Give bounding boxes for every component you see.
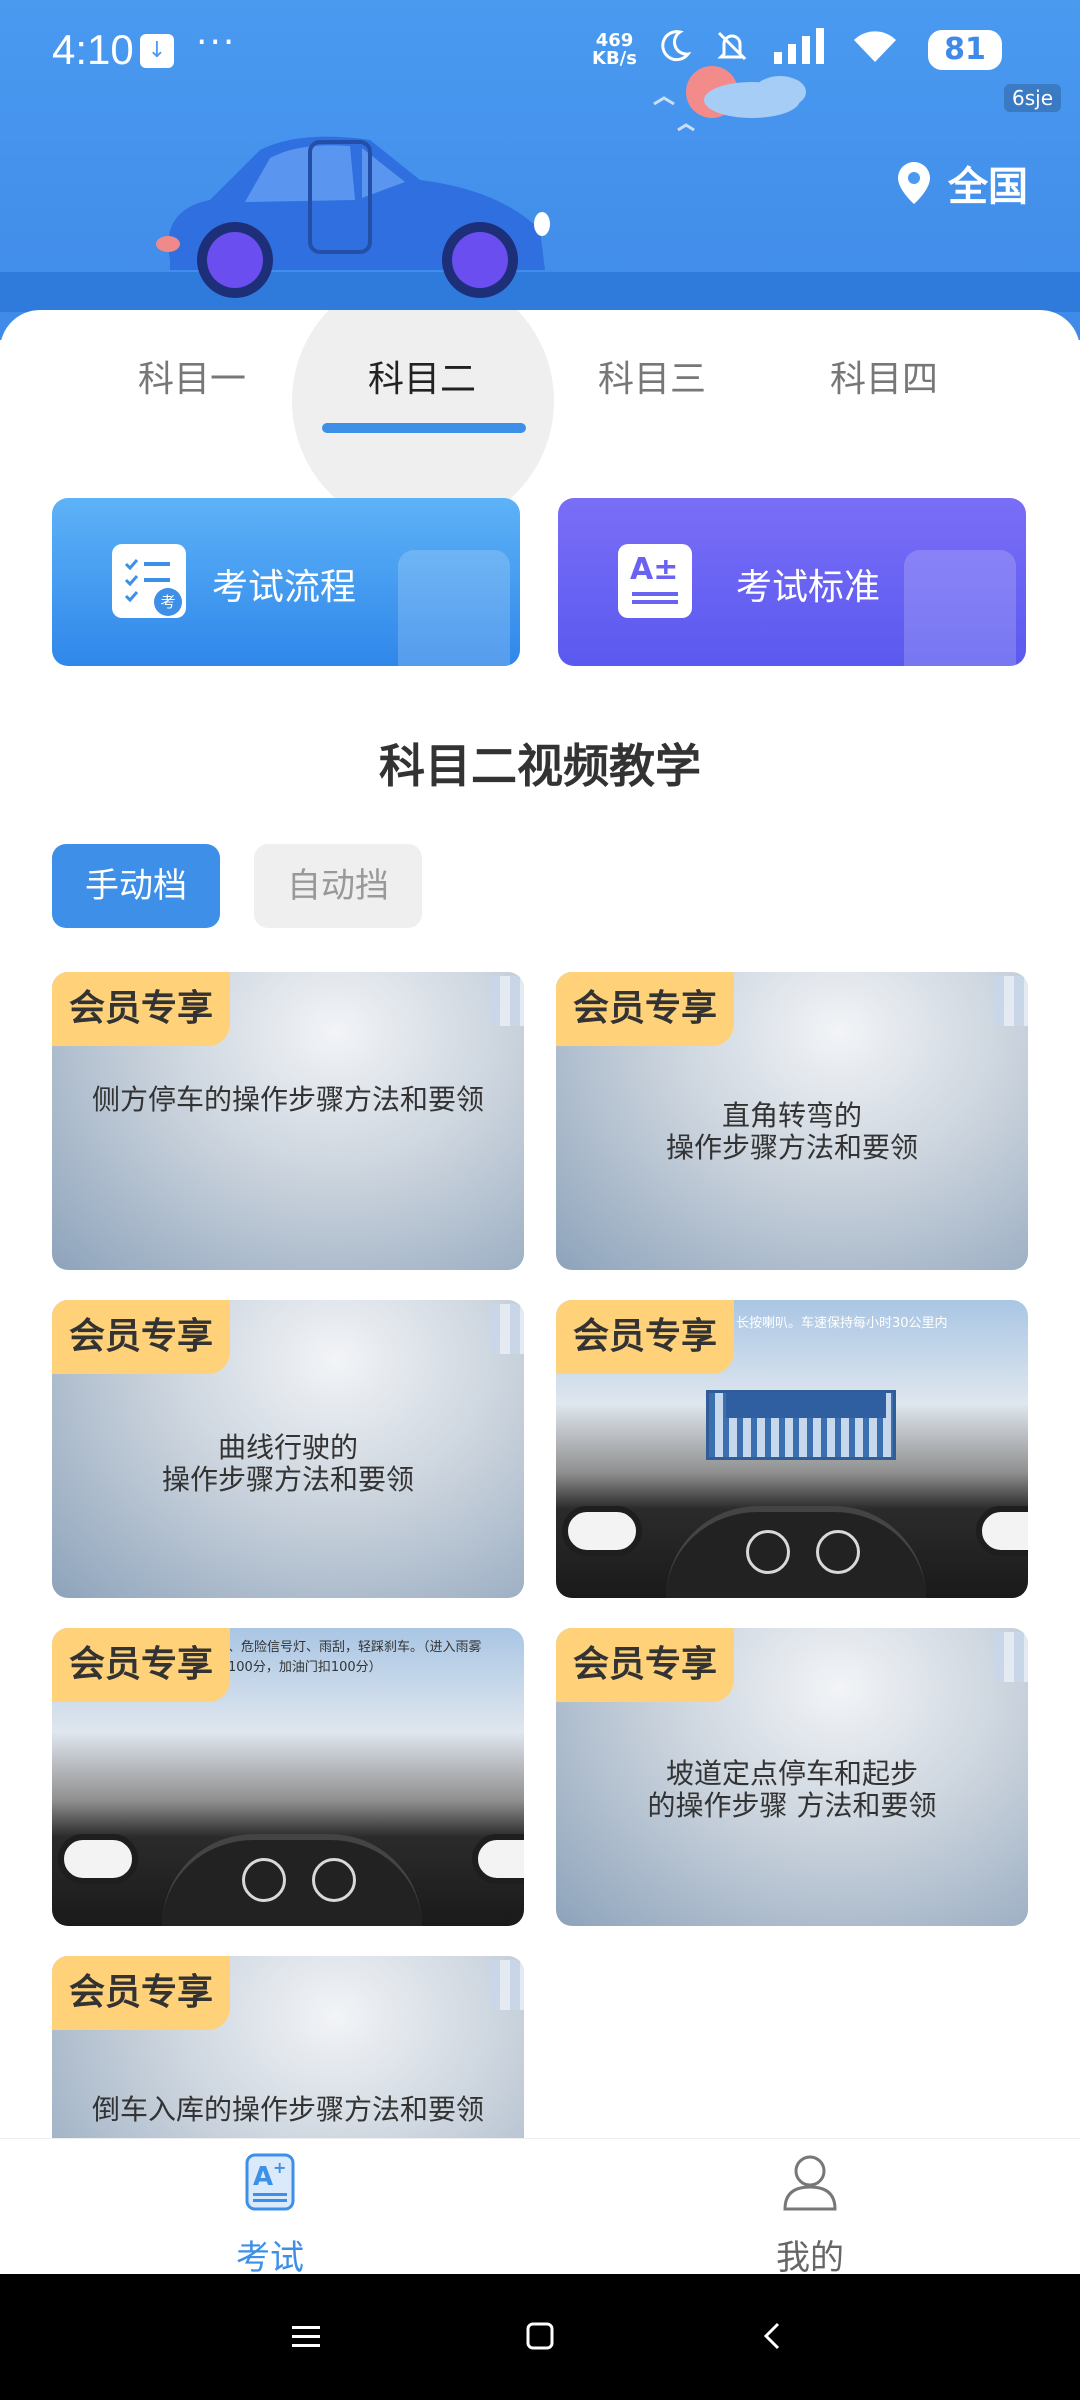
car-illustration	[156, 136, 550, 298]
header-banner: 4:10 ↓ ··· 469 KB/s 81 6sje 全国	[0, 0, 1080, 340]
video-card-curve-driving[interactable]: 曲线行驶的 操作步骤方法和要领 会员专享	[52, 1300, 524, 1598]
side-mirror-graphic	[58, 1834, 138, 1884]
video-card-driving-footage-2[interactable]: 、危险信号灯、雨刮，轻踩刹车。（进入雨雾 100分，加油门扣100分） 会员专享	[52, 1628, 524, 1926]
exam-process-watermark	[398, 550, 510, 666]
net-speed: 469 KB/s	[592, 32, 637, 68]
side-mirror-graphic	[976, 1506, 1028, 1556]
location-pin-icon	[898, 162, 930, 204]
location-label: 全国	[948, 164, 1028, 210]
grade-a-plus-icon: A±	[618, 544, 692, 618]
member-badge: 会员专享	[556, 972, 734, 1046]
filter-manual[interactable]: 手动档	[52, 844, 220, 928]
person-icon	[783, 2155, 837, 2211]
exam-standard-watermark	[904, 550, 1016, 666]
member-badge: 会员专享	[556, 1628, 734, 1702]
tachometer-graphic	[312, 1858, 356, 1902]
video-title-line1: 曲线行驶的	[217, 1431, 358, 1464]
location-selector[interactable]: 全国	[894, 154, 1028, 212]
menu-icon[interactable]	[284, 2314, 328, 2358]
video-overlay-text: 长按喇叭。车速保持每小时30公里内	[736, 1316, 948, 1331]
video-title-line2: 操作步骤方法和要领	[665, 1131, 918, 1164]
video-title: 侧方停车的操作步骤方法和要领	[91, 1083, 484, 1116]
video-overlay-text: 、危险信号灯、雨刮，轻踩刹车。（进入雨雾	[228, 1640, 482, 1655]
more-dots: ···	[196, 22, 237, 63]
side-mirror-graphic	[472, 1834, 524, 1884]
exam-standard-label: 考试标准	[736, 567, 881, 608]
speedometer-graphic	[242, 1858, 286, 1902]
nav-exam[interactable]: A + 考试	[190, 2151, 350, 2279]
tab-subject-1[interactable]: 科目一	[92, 350, 292, 402]
bottom-nav: A + 考试 我的	[0, 2138, 1080, 2278]
video-card-hill-start[interactable]: 坡道定点停车和起步 的操作步骤 方法和要领 会员专享	[556, 1628, 1028, 1926]
pixel-decoration	[994, 1632, 1028, 1682]
video-title-line1: 直角转弯的	[721, 1099, 862, 1132]
exam-standard-card[interactable]: A± 考试标准	[558, 498, 1026, 666]
grade-icon-text: A±	[630, 552, 679, 587]
dashboard-graphic	[666, 1506, 926, 1598]
member-badge: 会员专享	[52, 1628, 230, 1702]
section-title: 科目二视频教学	[379, 739, 701, 793]
video-title-line1: 坡道定点停车和起步	[665, 1757, 918, 1790]
dashboard-graphic	[162, 1834, 422, 1926]
exam-badge-text: 考	[160, 593, 176, 611]
video-card-side-parking[interactable]: 侧方停车的操作步骤方法和要领 会员专享	[52, 972, 524, 1270]
video-title-line2: 操作步骤方法和要领	[161, 1463, 414, 1496]
member-badge: 会员专享	[52, 972, 230, 1046]
gate-sign	[726, 1392, 886, 1418]
exam-process-label: 考试流程	[212, 567, 357, 608]
status-bar: 4:10 ↓ ··· 469 KB/s 81 6sje	[0, 0, 1080, 112]
nav-exam-label: 考试	[236, 2238, 304, 2278]
home-icon[interactable]	[518, 2314, 562, 2358]
back-icon[interactable]	[752, 2314, 796, 2358]
subject-tabs: 科目一 科目二 科目三 科目四	[0, 310, 1080, 532]
system-nav-bar	[0, 2274, 1080, 2400]
video-card-reverse-parking[interactable]: 倒车入库的操作步骤方法和要领 会员专享	[52, 1956, 524, 2140]
svg-text:+: +	[273, 2158, 286, 2177]
filter-automatic[interactable]: 自动挡	[254, 844, 422, 928]
member-badge: 会员专享	[52, 1300, 230, 1374]
net-speed-unit: KB/s	[592, 48, 637, 69]
pixel-decoration	[490, 1304, 524, 1354]
exam-process-card[interactable]: 考 考试流程	[52, 498, 520, 666]
speedometer-graphic	[746, 1530, 790, 1574]
exam-a-plus-icon: A +	[245, 2153, 295, 2211]
side-mirror-graphic	[562, 1506, 642, 1556]
sun-cloud-illustration	[653, 66, 806, 132]
video-title: 倒车入库的操作步骤方法和要领	[91, 2093, 484, 2126]
pixel-decoration	[994, 976, 1028, 1026]
member-badge: 会员专享	[52, 1956, 230, 2030]
video-card-right-angle-turn[interactable]: 直角转弯的 操作步骤方法和要领 会员专享	[556, 972, 1028, 1270]
download-arrow-icon: ↓	[140, 34, 174, 68]
checklist-icon: 考	[112, 544, 186, 618]
battery-indicator: 81	[928, 30, 1002, 70]
pixel-decoration	[490, 976, 524, 1026]
svg-text:A: A	[253, 2162, 273, 2192]
content-sheet: 科目一 科目二 科目三 科目四 考 考试流程 A± 考试标准 科目二视频教学 手…	[0, 310, 1080, 2140]
nav-profile-label: 我的	[776, 2238, 844, 2278]
tachometer-graphic	[816, 1530, 860, 1574]
video-overlay-text-2: 100分，加油门扣100分）	[228, 1660, 382, 1675]
video-title-line2: 的操作步骤 方法和要领	[647, 1789, 937, 1822]
nav-profile[interactable]: 我的	[730, 2151, 890, 2279]
tab-subject-2[interactable]: 科目二	[322, 350, 522, 402]
pixel-decoration	[490, 1960, 524, 2010]
tab-subject-4[interactable]: 科目四	[784, 350, 984, 402]
member-badge: 会员专享	[556, 1300, 734, 1374]
active-tab-underline	[322, 423, 526, 433]
status-time: 4:10	[52, 26, 134, 73]
wifi-icon	[854, 31, 896, 62]
tab-subject-3[interactable]: 科目三	[552, 350, 752, 402]
overlay-tag: 6sje	[1004, 84, 1062, 112]
video-card-driving-footage[interactable]: 长按喇叭。车速保持每小时30公里内 会员专享	[556, 1300, 1028, 1598]
